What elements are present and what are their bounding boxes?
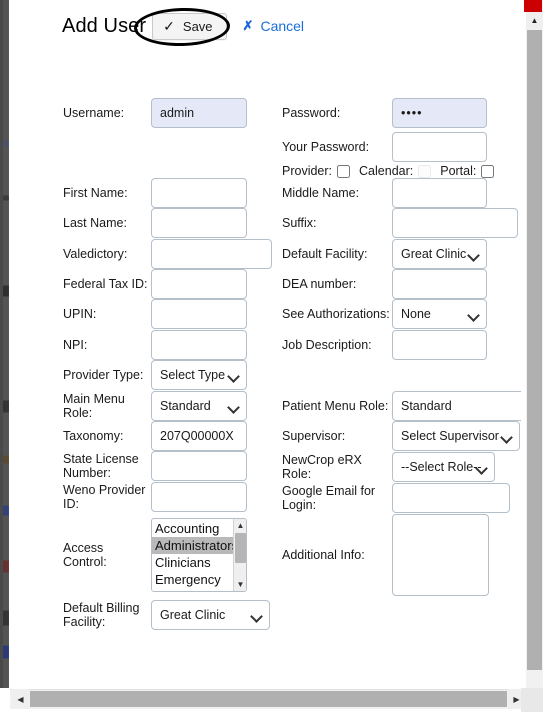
default-facility-select-wrap: Great Clinic — [392, 239, 487, 269]
list-item[interactable]: Accounting — [152, 520, 233, 537]
default-billing-facility-select-wrap: Great Clinic — [151, 600, 270, 630]
state-license-number-input[interactable] — [151, 451, 247, 481]
main-menu-role-select-wrap: Standard — [151, 391, 247, 421]
access-control-listbox[interactable]: Accounting Administrators Clinicians Eme… — [151, 518, 247, 592]
calendar-checkbox-label: Calendar: — [359, 164, 414, 178]
provider-type-label: Provider Type: — [63, 368, 144, 382]
vertical-scrollbar-thumb[interactable] — [527, 30, 542, 670]
suffix-input[interactable] — [392, 208, 518, 238]
upin-input[interactable] — [151, 299, 247, 329]
adjacent-pane-sliver — [0, 0, 9, 688]
scroll-down-icon[interactable] — [234, 578, 246, 591]
main-menu-role-select[interactable]: Standard — [151, 391, 247, 421]
portal-checkbox-label: Portal: — [440, 164, 477, 178]
close-icon: ✗ — [242, 18, 254, 33]
save-button-label: Save — [182, 18, 213, 34]
scroll-left-icon[interactable] — [12, 689, 29, 709]
horizontal-scrollbar-thumb[interactable] — [30, 691, 507, 707]
check-icon: ✓ — [163, 18, 175, 34]
federal-tax-id-input[interactable] — [151, 269, 247, 299]
valedictory-label: Valedictory: — [63, 247, 128, 261]
newcrop-erx-role-select[interactable]: --Select Role-- — [392, 452, 495, 482]
see-authorizations-select[interactable]: None — [392, 299, 487, 329]
google-email-label: Google Email for Login: — [282, 484, 376, 512]
list-item[interactable]: Administrators — [152, 537, 233, 554]
password-input[interactable]: •••• — [392, 98, 487, 128]
default-facility-label: Default Facility: — [282, 247, 368, 261]
username-input[interactable]: admin — [151, 98, 247, 128]
default-billing-facility-select[interactable]: Great Clinic — [151, 600, 270, 630]
first-name-input[interactable] — [151, 178, 247, 208]
list-item[interactable]: Clinicians — [152, 554, 233, 571]
middle-name-input[interactable] — [392, 178, 487, 208]
provider-checkbox-label: Provider: — [282, 164, 333, 178]
newcrop-erx-role-select-wrap: --Select Role-- — [392, 452, 495, 482]
npi-input[interactable] — [151, 330, 247, 360]
job-description-label: Job Description: — [282, 338, 372, 352]
calendar-checkbox — [418, 164, 432, 178]
username-label: Username: — [63, 106, 125, 120]
list-item[interactable]: Front Office — [152, 588, 233, 591]
weno-provider-id-label: Weno Provider ID: — [63, 483, 146, 511]
federal-tax-id-label: Federal Tax ID: — [63, 277, 148, 291]
see-authorizations-label: See Authorizations: — [282, 307, 390, 321]
page-header: Add User ✓ Save ✗ Cancel — [10, 0, 521, 52]
last-name-label: Last Name: — [63, 216, 127, 230]
additional-info-label: Additional Info: — [282, 548, 365, 562]
cancel-group[interactable]: ✗ Cancel — [243, 18, 305, 34]
listbox-scrollbar[interactable] — [233, 519, 246, 591]
scrollbar-corner — [521, 688, 543, 712]
last-name-input[interactable] — [151, 208, 247, 238]
taxonomy-input[interactable]: 207Q00000X — [151, 421, 247, 451]
password-label: Password: — [282, 106, 341, 120]
page-title: Add User — [62, 14, 147, 37]
app-screen: Add User ✓ Save ✗ Cancel Username: admin… — [0, 0, 543, 712]
main-menu-role-label: Main Menu Role: — [63, 392, 125, 420]
state-license-number-label: State License Number: — [63, 452, 139, 480]
portal-checkbox[interactable] — [481, 164, 495, 178]
access-control-label: Access Control: — [63, 541, 107, 569]
taxonomy-label: Taxonomy: — [63, 429, 124, 443]
patient-menu-role-label: Patient Menu Role: — [282, 399, 389, 413]
patient-menu-role-select-wrap: Standard — [392, 391, 521, 421]
adjacent-pane-content — [3, 0, 9, 688]
upin-label: UPIN: — [63, 307, 97, 321]
newcrop-erx-role-label: NewCrop eRX Role: — [282, 453, 362, 481]
valedictory-input[interactable] — [151, 239, 272, 269]
default-billing-facility-label: Default Billing Facility: — [63, 601, 140, 629]
dea-number-input[interactable] — [392, 269, 487, 299]
your-password-label: Your Password: — [282, 140, 370, 154]
google-email-input[interactable] — [392, 483, 510, 513]
your-password-input[interactable] — [392, 132, 487, 162]
listbox-scroll-thumb[interactable] — [235, 533, 246, 563]
horizontal-scrollbar[interactable] — [10, 688, 543, 712]
first-name-label: First Name: — [63, 186, 128, 200]
vertical-scrollbar[interactable] — [521, 0, 543, 688]
list-item[interactable]: Emergency — [152, 571, 233, 588]
provider-checkbox[interactable] — [337, 164, 351, 178]
middle-name-label: Middle Name: — [282, 186, 360, 200]
scroll-up-icon[interactable] — [234, 519, 246, 532]
provider-type-select-wrap: Select Type — [151, 360, 247, 390]
add-user-form-pane: Add User ✓ Save ✗ Cancel Username: admin… — [10, 0, 521, 688]
save-button[interactable]: ✓ Save — [152, 12, 227, 40]
see-authorizations-select-wrap: None — [392, 299, 487, 329]
red-marker — [524, 0, 542, 12]
access-control-options: Accounting Administrators Clinicians Eme… — [152, 519, 233, 591]
weno-provider-id-input[interactable] — [151, 482, 247, 512]
provider-type-select[interactable]: Select Type — [151, 360, 247, 390]
npi-label: NPI: — [63, 338, 88, 352]
supervisor-select[interactable]: Select Supervisor — [392, 421, 520, 451]
default-facility-select[interactable]: Great Clinic — [392, 239, 487, 269]
dea-number-label: DEA number: — [282, 277, 357, 291]
patient-menu-role-select[interactable]: Standard — [392, 391, 521, 421]
cancel-link[interactable]: Cancel — [260, 18, 304, 34]
job-description-input[interactable] — [392, 330, 487, 360]
supervisor-select-wrap: Select Supervisor — [392, 421, 520, 451]
additional-info-textarea[interactable] — [392, 514, 489, 596]
supervisor-label: Supervisor: — [282, 429, 346, 443]
suffix-label: Suffix: — [282, 216, 317, 230]
scroll-up-icon[interactable] — [526, 12, 543, 29]
